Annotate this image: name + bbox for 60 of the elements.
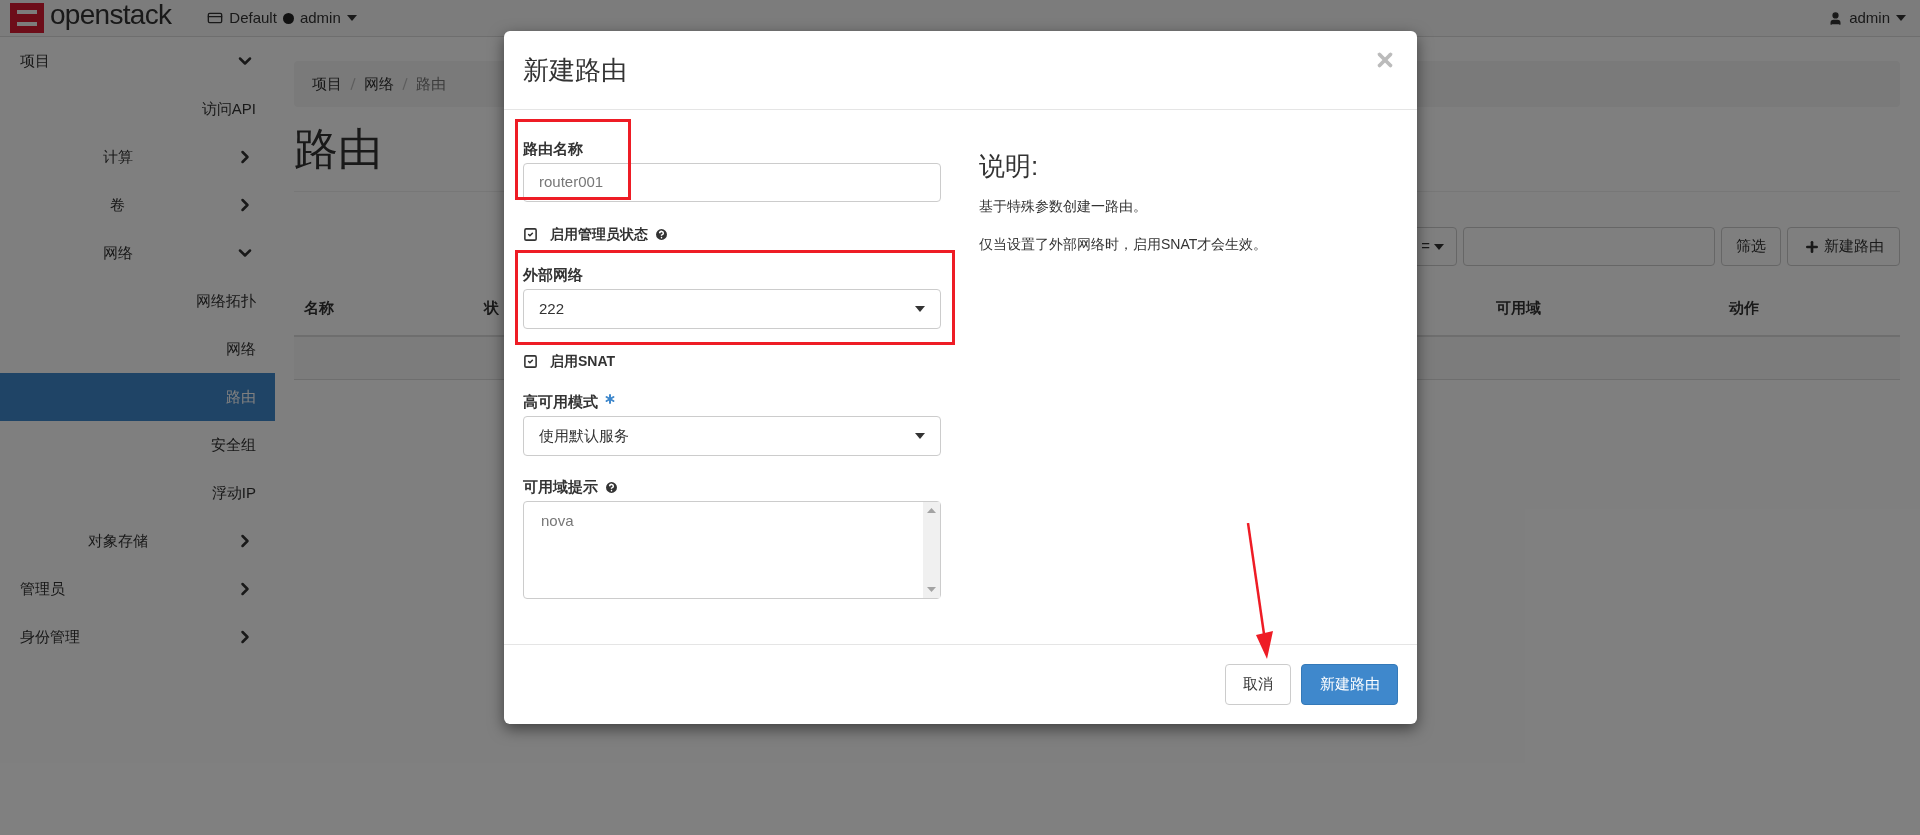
breadcrumb-link[interactable]: 网络 xyxy=(364,72,394,96)
scrollbar[interactable] xyxy=(923,502,940,598)
help-icon[interactable] xyxy=(604,479,619,495)
page-title: 路由 xyxy=(294,127,382,171)
textarea-field[interactable]: nova xyxy=(523,501,941,599)
sidebar-item[interactable]: 卷 xyxy=(0,181,275,229)
plus-icon xyxy=(1803,238,1820,255)
logo-icon xyxy=(10,3,44,33)
sidebar-item[interactable]: 网络 xyxy=(0,325,275,373)
field-label: 高可用模式 xyxy=(523,391,598,412)
scroll-down-icon xyxy=(927,587,936,592)
cancel-button[interactable]: 取消 xyxy=(1225,664,1291,705)
caret-icon xyxy=(915,306,925,312)
scroll-up-icon xyxy=(927,508,936,513)
user-menu[interactable]: admin xyxy=(1828,6,1906,30)
sidebar-item[interactable]: 计算 xyxy=(0,133,275,181)
filter-button[interactable]: 筛选 xyxy=(1721,227,1781,266)
project-menu[interactable]: Default admin xyxy=(207,6,357,30)
help-icon[interactable] xyxy=(654,226,669,242)
sidebar-item[interactable]: 安全组 xyxy=(0,421,275,469)
checkbox[interactable] xyxy=(523,353,538,369)
breadcrumb-link[interactable]: 路由 xyxy=(416,72,446,96)
description-text: 基于特殊参数创建一路由。 xyxy=(979,197,1148,216)
checkbox-label: 启用SNAT xyxy=(550,351,616,371)
caret-icon xyxy=(1434,243,1444,250)
separator-icon xyxy=(402,78,408,90)
user-icon xyxy=(1828,10,1844,26)
column-header: 可用域 xyxy=(1496,299,1541,317)
checkbox[interactable] xyxy=(523,226,538,242)
select-field[interactable]: 222 xyxy=(523,289,941,329)
sidebar-item[interactable]: 身份管理 xyxy=(0,613,275,661)
column-header: 名称 xyxy=(304,299,334,317)
field-label: 路由名称 xyxy=(523,138,583,159)
sidebar-item[interactable]: 对象存储 xyxy=(0,517,275,565)
caret-icon xyxy=(1896,15,1906,21)
column-header: 动作 xyxy=(1729,299,1759,317)
breadcrumb-link[interactable]: 项目 xyxy=(312,72,342,96)
checkbox-label: 启用管理员状态 xyxy=(550,224,648,244)
sidebar-item[interactable]: 浮动IP xyxy=(0,469,275,517)
caret-icon xyxy=(346,15,357,21)
sidebar-item[interactable]: 访问API xyxy=(0,85,275,133)
field-label: 外部网络 xyxy=(523,264,583,285)
submit-button[interactable]: 新建路由 xyxy=(1301,664,1398,705)
sidebar-item[interactable]: 网络 xyxy=(0,229,275,277)
dialog-title: 新建路由 xyxy=(523,53,627,87)
caret-icon xyxy=(915,433,925,439)
filter-field[interactable] xyxy=(1463,227,1715,266)
description-heading: 说明: xyxy=(979,150,1040,183)
select-field[interactable]: 使用默认服务 xyxy=(523,416,941,456)
sidebar-item[interactable]: 网络拓扑 xyxy=(0,277,275,325)
separator-icon xyxy=(350,78,356,90)
logo-text: openstack xyxy=(50,1,172,29)
field-label: 可用域提示 xyxy=(523,476,598,497)
text-field[interactable]: router001 xyxy=(523,163,941,202)
sidebar-item[interactable]: 路由 xyxy=(0,373,275,421)
column-header: 状 xyxy=(484,299,499,317)
create-router-button[interactable]: 新建路由 xyxy=(1787,227,1900,266)
sidebar-item[interactable]: 管理员 xyxy=(0,565,275,613)
description-text: 仅当设置了外部网络时，启用SNAT才会生效。 xyxy=(979,235,1268,254)
sidebar-item[interactable]: 项目 xyxy=(0,37,275,85)
